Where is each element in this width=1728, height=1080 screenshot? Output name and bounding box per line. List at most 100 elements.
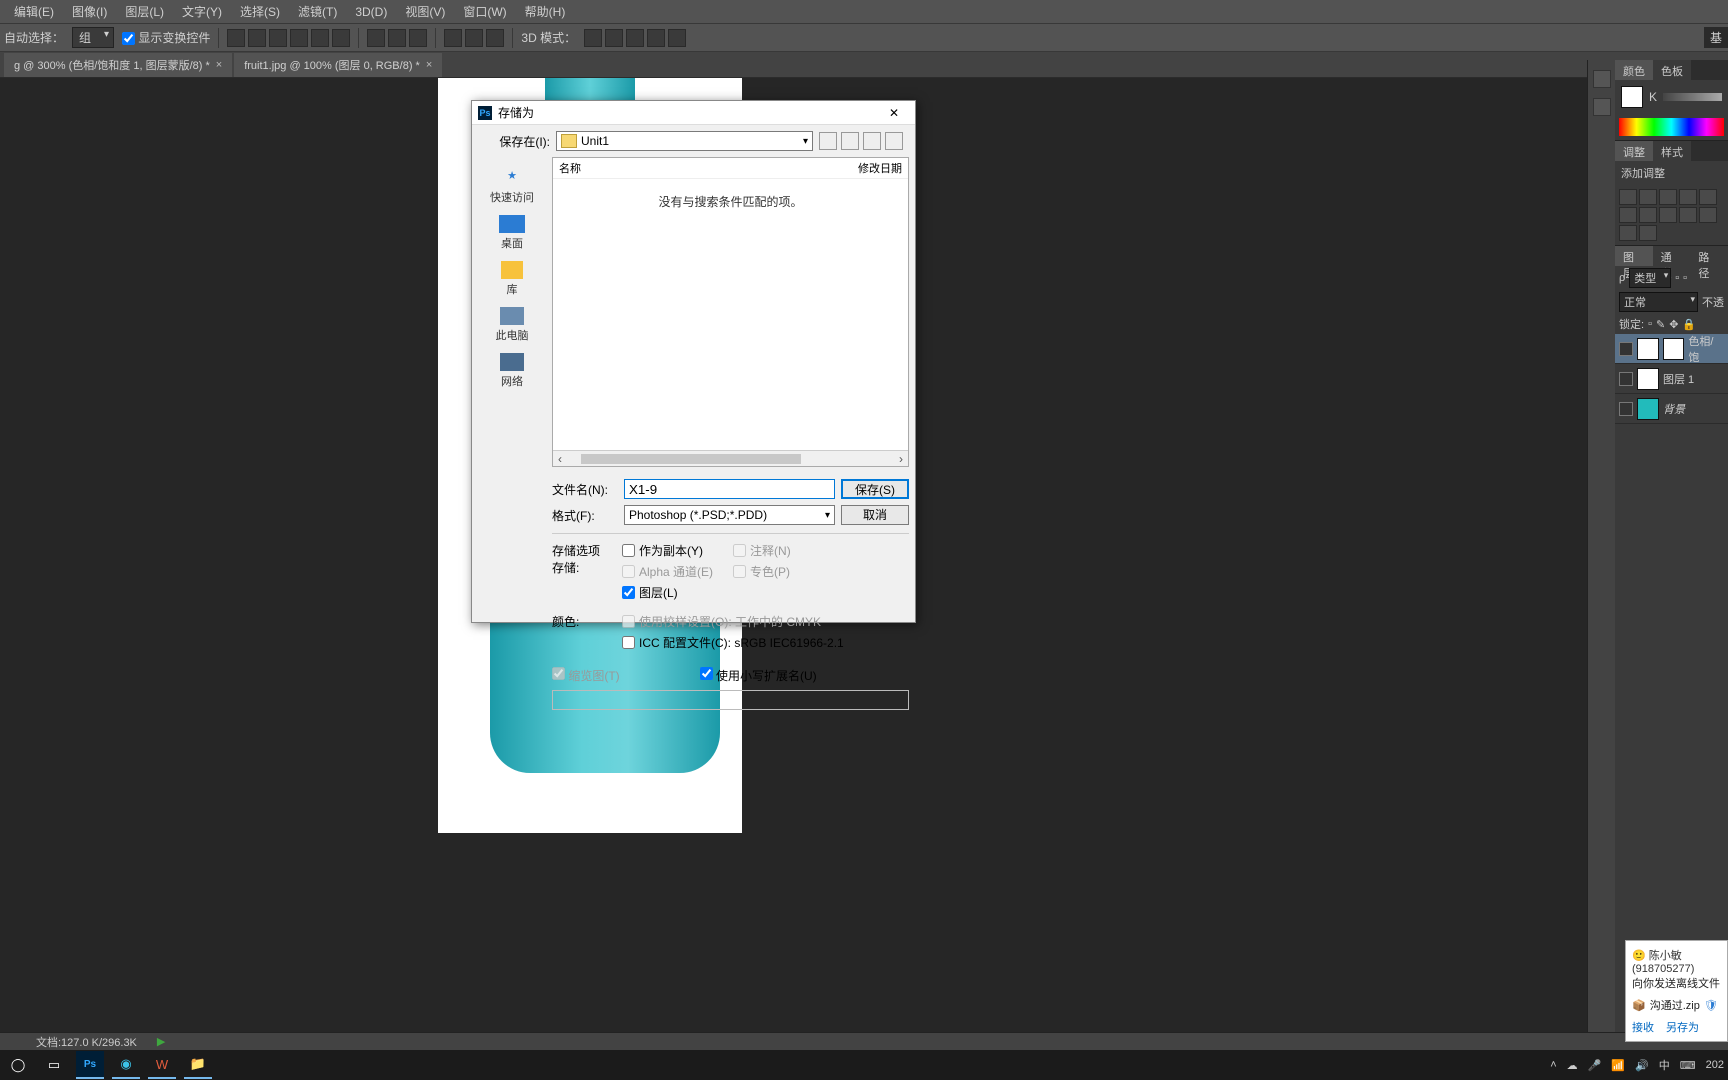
- adjust-icon[interactable]: [1639, 189, 1657, 205]
- im-notification[interactable]: 🙂 陈小敏(918705277) 向你发送离线文件 📦沟通过.zip 🛡 接收 …: [1625, 940, 1728, 1042]
- distribute-icon[interactable]: [486, 29, 504, 47]
- auto-select-dropdown[interactable]: 组: [72, 27, 114, 48]
- align-icon[interactable]: [248, 29, 266, 47]
- adjust-icon[interactable]: [1639, 225, 1657, 241]
- panel-icon[interactable]: [1593, 98, 1611, 116]
- layer-thumb[interactable]: [1637, 398, 1659, 420]
- filter-kind-dropdown[interactable]: 类型: [1629, 268, 1671, 288]
- filename-input[interactable]: [624, 479, 835, 499]
- tray-cloud-icon[interactable]: ☁: [1567, 1059, 1578, 1072]
- menu-view[interactable]: 视图(V): [397, 0, 453, 23]
- distribute-icon[interactable]: [388, 29, 406, 47]
- tab-adjustments[interactable]: 调整: [1615, 141, 1653, 161]
- tray-volume-icon[interactable]: 🔊: [1635, 1059, 1649, 1072]
- start-button[interactable]: ◯: [4, 1051, 32, 1079]
- close-icon[interactable]: ×: [216, 59, 222, 71]
- tray-wifi-icon[interactable]: 📶: [1611, 1059, 1625, 1072]
- adjust-icon[interactable]: [1659, 207, 1677, 223]
- view-icon[interactable]: [885, 132, 903, 150]
- layer-row[interactable]: 背景: [1615, 394, 1728, 424]
- layer-thumb[interactable]: [1637, 368, 1659, 390]
- sidebar-this-pc[interactable]: 此电脑: [496, 307, 529, 343]
- tab-paths[interactable]: 路径: [1690, 246, 1728, 266]
- task-view-icon[interactable]: ▭: [40, 1051, 68, 1079]
- menu-filter[interactable]: 滤镜(T): [290, 0, 345, 23]
- tab-swatches[interactable]: 色板: [1653, 60, 1691, 80]
- align-icon[interactable]: [311, 29, 329, 47]
- layers-check[interactable]: 图层(L): [622, 584, 713, 601]
- doc-info[interactable]: 文档:127.0 K/296.3K: [36, 1034, 137, 1050]
- distribute-icon[interactable]: [409, 29, 427, 47]
- tray-date[interactable]: 202: [1706, 1059, 1724, 1071]
- menu-3d[interactable]: 3D(D): [347, 2, 395, 22]
- taskbar-photoshop[interactable]: Ps: [76, 1051, 104, 1079]
- lowercase-ext-check[interactable]: 使用小写扩展名(U): [700, 667, 817, 684]
- tray-up-icon[interactable]: ˄: [1550, 1059, 1556, 1071]
- document-tab[interactable]: fruit1.jpg @ 100% (图层 0, RGB/8) *×: [234, 53, 442, 77]
- menu-window[interactable]: 窗口(W): [455, 0, 514, 23]
- cancel-button[interactable]: 取消: [841, 505, 909, 525]
- menu-layer[interactable]: 图层(L): [117, 0, 172, 23]
- 3d-icon[interactable]: [584, 29, 602, 47]
- k-slider[interactable]: [1663, 93, 1722, 101]
- tray-mic-icon[interactable]: 🎤: [1588, 1059, 1602, 1072]
- 3d-icon[interactable]: [668, 29, 686, 47]
- tray-ime[interactable]: 中: [1659, 1057, 1670, 1073]
- show-transform-check[interactable]: 显示变换控件: [122, 29, 210, 46]
- format-combo[interactable]: Photoshop (*.PSD;*.PDD): [624, 505, 835, 525]
- menu-select[interactable]: 选择(S): [232, 0, 288, 23]
- filter-icon[interactable]: ▫: [1675, 272, 1679, 284]
- layer-row[interactable]: 色相/饱: [1615, 334, 1728, 364]
- sidebar-quick-access[interactable]: ★快速访问: [490, 163, 534, 205]
- filter-icon[interactable]: ▫: [1683, 272, 1687, 284]
- layer-thumb[interactable]: [1637, 338, 1659, 360]
- color-spectrum[interactable]: [1619, 118, 1724, 136]
- workspace-switcher[interactable]: 基: [1704, 27, 1728, 48]
- adjust-icon[interactable]: [1619, 225, 1637, 241]
- visibility-icon[interactable]: [1619, 402, 1633, 416]
- accept-link[interactable]: 接收: [1632, 1019, 1654, 1035]
- adjust-icon[interactable]: [1679, 189, 1697, 205]
- align-icon[interactable]: [290, 29, 308, 47]
- dialog-titlebar[interactable]: Ps 存储为 ✕: [472, 101, 915, 125]
- taskbar-explorer[interactable]: 📁: [184, 1051, 212, 1079]
- history-icon[interactable]: [1593, 70, 1611, 88]
- sidebar-network[interactable]: 网络: [500, 353, 524, 389]
- 3d-icon[interactable]: [626, 29, 644, 47]
- blend-mode-dropdown[interactable]: 正常: [1619, 292, 1698, 312]
- new-folder-icon[interactable]: [863, 132, 881, 150]
- lock-icon[interactable]: ▫: [1648, 318, 1652, 330]
- icc-check[interactable]: ICC 配置文件(C): sRGB IEC61966-2.1: [622, 634, 844, 651]
- col-date[interactable]: 修改日期: [858, 160, 902, 176]
- taskbar-wps[interactable]: W: [148, 1051, 176, 1079]
- menu-help[interactable]: 帮助(H): [517, 0, 574, 23]
- mask-thumb[interactable]: [1663, 338, 1685, 360]
- adjust-icon[interactable]: [1619, 207, 1637, 223]
- save-button[interactable]: 保存(S): [841, 479, 909, 499]
- save-in-combo[interactable]: Unit1: [556, 131, 813, 151]
- 3d-icon[interactable]: [647, 29, 665, 47]
- layer-row[interactable]: 图层 1: [1615, 364, 1728, 394]
- tab-channels[interactable]: 通道: [1653, 246, 1691, 266]
- align-icon[interactable]: [227, 29, 245, 47]
- h-scrollbar[interactable]: ‹›: [553, 450, 908, 466]
- close-icon[interactable]: ×: [426, 59, 432, 71]
- menu-image[interactable]: 图像(I): [64, 0, 115, 23]
- menu-type[interactable]: 文字(Y): [174, 0, 230, 23]
- sidebar-desktop[interactable]: 桌面: [499, 215, 525, 251]
- distribute-icon[interactable]: [465, 29, 483, 47]
- adjust-icon[interactable]: [1639, 207, 1657, 223]
- align-icon[interactable]: [269, 29, 287, 47]
- adjust-icon[interactable]: [1619, 189, 1637, 205]
- col-name[interactable]: 名称: [559, 160, 858, 176]
- menu-edit[interactable]: 编辑(E): [6, 0, 62, 23]
- back-icon[interactable]: [819, 132, 837, 150]
- foreground-swatch[interactable]: [1621, 86, 1643, 108]
- tab-styles[interactable]: 样式: [1653, 141, 1691, 161]
- lock-icon[interactable]: ✥: [1669, 318, 1678, 331]
- tab-color[interactable]: 颜色: [1615, 60, 1653, 80]
- taskbar-edge[interactable]: ◉: [112, 1051, 140, 1079]
- close-icon[interactable]: ✕: [879, 106, 909, 120]
- sidebar-libraries[interactable]: 库: [501, 261, 523, 297]
- align-icon[interactable]: [332, 29, 350, 47]
